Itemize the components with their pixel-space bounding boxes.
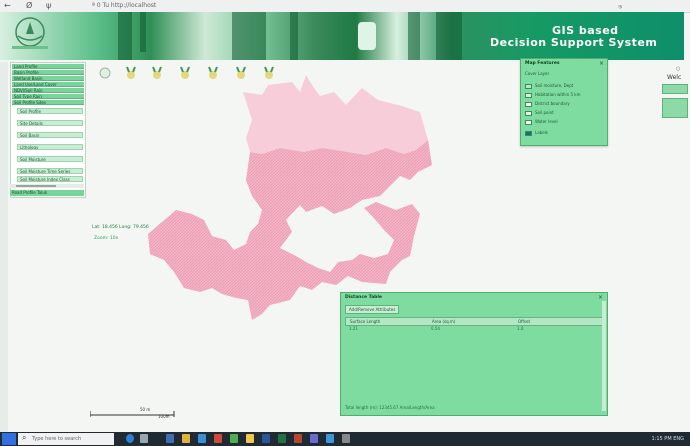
browser-taskbar-icon[interactable] [126, 434, 134, 443]
close-icon[interactable]: × [599, 60, 604, 67]
legend-subtitle: Cover Layer [525, 71, 550, 76]
user-icon[interactable]: ○ [676, 66, 680, 72]
app-taskbar-icon[interactable] [230, 434, 238, 443]
map-region-north [243, 75, 428, 155]
legend-title: Map Features [525, 61, 560, 66]
legend-item[interactable]: Water level [525, 119, 558, 126]
sidebar-menu: Land Profile Basin Profile Wetland Basin… [10, 62, 86, 198]
legend-swatch [525, 92, 532, 98]
app-taskbar-icon[interactable] [342, 434, 350, 443]
table-cell: 1.0 [517, 326, 524, 331]
chrome-taskbar-icon[interactable] [246, 434, 254, 443]
legend-swatch [525, 119, 532, 125]
sidebar-scroll-thumb[interactable] [16, 185, 56, 187]
refresh-icon[interactable]: Ø [26, 1, 32, 10]
sidebar-subitem[interactable]: Soil Profile [17, 108, 83, 114]
add-attributes-button[interactable]: Add/Remove Attributes [345, 305, 400, 314]
legend-item[interactable]: Soil point [525, 110, 554, 117]
sidebar-subitem[interactable]: Site Details [17, 120, 83, 126]
legend-item[interactable]: Habitation within 5 km [525, 92, 581, 99]
sidebar-item[interactable]: NDVI/Soil Rain [12, 88, 84, 93]
legend-swatch [525, 110, 532, 116]
legend-swatch [525, 101, 532, 107]
scale-label-top: 50 m [140, 407, 150, 412]
home-icon[interactable]: ψ [46, 1, 51, 10]
cortana-icon[interactable] [140, 434, 148, 443]
sidebar-subitem[interactable]: Soil Moisture Index Class [17, 176, 83, 182]
legend-item[interactable]: District boundary [525, 101, 570, 108]
column-header[interactable]: Area (sq.m) [432, 318, 455, 325]
sidebar-subitem[interactable]: Soil Moisture Time Series [17, 168, 83, 174]
zoom-level-text: Zoom: 10x [94, 236, 119, 241]
app-taskbar-icon[interactable] [310, 434, 318, 443]
column-header[interactable]: Offset [518, 318, 530, 325]
system-tray[interactable]: 1:15 PM ENG [651, 436, 684, 442]
scale-label-bottom: 100m [158, 414, 170, 418]
word-taskbar-icon[interactable] [262, 434, 270, 443]
distance-table-panel: Distance Table × Add/Remove Attributes S… [340, 292, 608, 416]
legend-item[interactable]: Soil moisture, Dept [525, 83, 573, 90]
sidebar-item[interactable]: Basin Profile [12, 70, 84, 75]
address-bar[interactable]: ª 0 Tu http://localhost [92, 2, 156, 9]
sidebar-subitem[interactable]: Soil Moisture [17, 156, 83, 162]
close-icon[interactable]: × [598, 294, 603, 301]
column-header[interactable]: Surface Length [350, 318, 380, 325]
panel-footer-text: Total length (m): 12345.67 Area/Length/A… [345, 405, 435, 410]
page-scrollbar[interactable] [0, 62, 8, 432]
scale-bar: 50 m 100m [90, 407, 175, 418]
table-cell: 0.54 [431, 326, 440, 331]
app-taskbar-icon[interactable] [326, 434, 334, 443]
excel-taskbar-icon[interactable] [278, 434, 286, 443]
sidebar-item[interactable]: Land Profile [12, 64, 84, 69]
emblem-icon [358, 22, 376, 50]
store-taskbar-icon[interactable] [198, 434, 206, 443]
sidebar-item[interactable]: Land Use/Land Cover [12, 82, 84, 87]
sidebar-item[interactable]: Soil Type Rain [12, 94, 84, 99]
legend-swatch [525, 83, 532, 89]
header-title-line2: Decision Support System [490, 36, 658, 49]
welcome-text: Welc [667, 74, 682, 81]
legend-item[interactable]: Labels [525, 130, 548, 137]
login-button[interactable] [662, 84, 688, 94]
task-view-icon[interactable] [166, 434, 174, 443]
powerpoint-taskbar-icon[interactable] [294, 434, 302, 443]
search-placeholder: Type here to search [32, 436, 82, 442]
legend-panel: Map Features × Cover Layer Soil moisture… [520, 58, 608, 146]
windows-start-icon[interactable] [2, 433, 16, 445]
table-cell: 1.21 [349, 326, 358, 331]
logo-icon [12, 17, 48, 49]
right-panel[interactable] [662, 98, 688, 118]
legend-swatch [525, 130, 532, 136]
app-taskbar-icon[interactable] [214, 434, 222, 443]
search-icon[interactable]: ⌕ [22, 433, 26, 443]
sidebar-item-road-profile[interactable]: Road Profile Taluk [10, 190, 84, 196]
folder-taskbar-icon[interactable] [182, 434, 190, 443]
lat-long-readout: Lat: 18.456 Long: 79.456 [92, 225, 149, 230]
panel-scrollbar[interactable] [602, 301, 606, 411]
sidebar-subitem[interactable]: Soil Basin [17, 132, 83, 138]
sidebar-item[interactable]: Soil Profile Sites [12, 100, 84, 105]
sidebar-subitem[interactable]: Lithology [17, 144, 83, 150]
sidebar-item[interactable]: Wetland Basin [12, 76, 84, 81]
panel-title: Distance Table [345, 295, 382, 300]
back-arrow-icon[interactable]: ← [4, 1, 11, 10]
table-header: Surface Length Area (sq.m) Offset [345, 317, 605, 326]
